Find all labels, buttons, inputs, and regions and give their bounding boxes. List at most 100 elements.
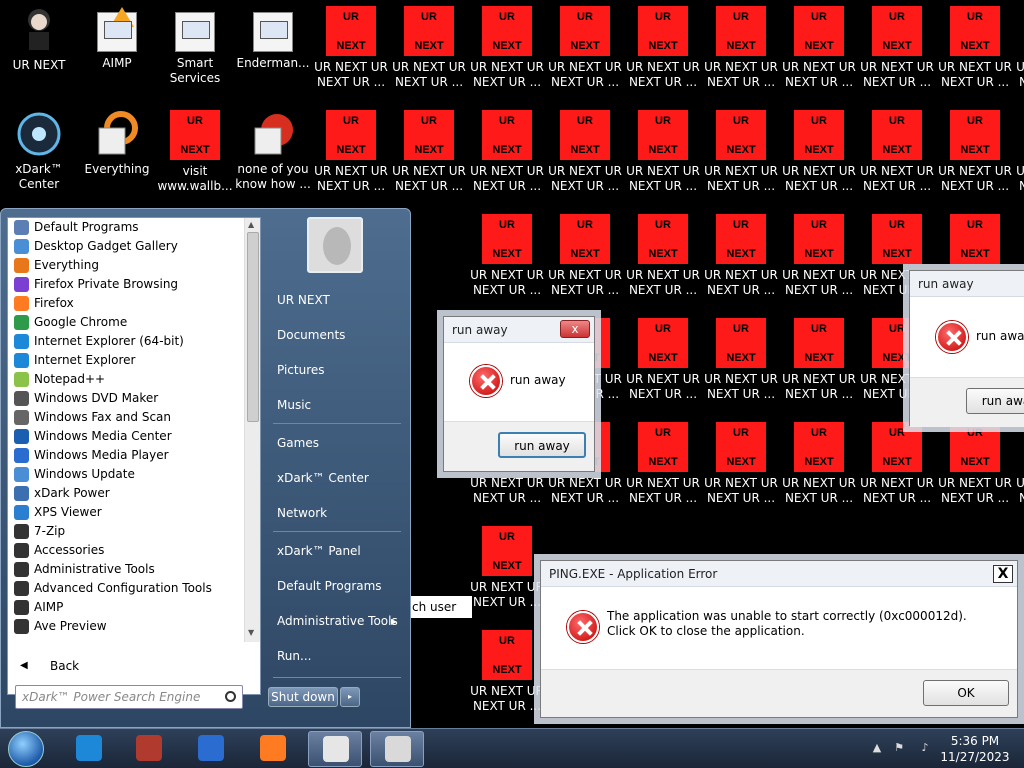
desktop-icon-ur-next[interactable]: URNEXTUR NEXT URNEXT UR ...: [624, 422, 702, 526]
desktop-icon-ur-next[interactable]: URNEXTUR NEXT URNEXT UR ...: [312, 6, 390, 110]
desktop-icon-ur-next[interactable]: URNEXTUR NEXT URNEXT UR ...: [702, 214, 780, 318]
tray-volume-icon[interactable]: ♪: [918, 741, 932, 755]
desktop-icon-ur-next[interactable]: URNEXTUR NEXT URNEXT UR ...: [780, 214, 858, 318]
start-menu-program-item[interactable]: xDark Power: [8, 484, 244, 503]
start-menu-link[interactable]: Default Programs: [269, 571, 407, 601]
start-menu-link[interactable]: UR NEXT: [269, 285, 407, 315]
start-menu-program-item[interactable]: Internet Explorer (64-bit): [8, 332, 244, 351]
desktop-icon-ur-next[interactable]: URNEXTUR NEXT URNEXT UR ...: [468, 110, 546, 214]
desktop-icon-ur-next[interactable]: URNEXTUR NEXT URNEXT UR ...: [390, 6, 468, 110]
desktop-icon-ur-next[interactable]: URNEXTUR NEXT URNEXT UR ...: [624, 214, 702, 318]
ok-button[interactable]: OK: [923, 680, 1009, 706]
desktop-icon-ur-next[interactable]: URNEXTUR NEXT URNEXT UR ...: [312, 110, 390, 214]
start-menu-link[interactable]: Network: [269, 498, 407, 528]
start-menu-program-item[interactable]: Firefox: [8, 294, 244, 313]
start-menu-program-item[interactable]: Notepad++: [8, 370, 244, 389]
desktop-icon-everything[interactable]: Everything: [78, 110, 156, 214]
desktop-icon-ur-next[interactable]: URNEXTUR NEXT URNEXT UR ...: [468, 6, 546, 110]
scroll-thumb[interactable]: [247, 232, 259, 422]
desktop-icon-ur-next[interactable]: URNEXTUR NEXT URNEXT UR ...: [780, 110, 858, 214]
start-menu-program-item[interactable]: Ave Preview: [8, 617, 244, 636]
start-menu-link[interactable]: xDark™ Panel: [269, 536, 407, 566]
desktop-icon-aimp[interactable]: AIMP: [78, 6, 156, 110]
back-button[interactable]: ◀ Back: [8, 654, 244, 678]
start-menu-link[interactable]: Documents: [269, 320, 407, 350]
start-menu-program-item[interactable]: Everything: [8, 256, 244, 275]
tray-flag-icon[interactable]: ⚑: [892, 741, 906, 755]
shut-down-button[interactable]: Shut down: [268, 687, 338, 707]
scroll-up-arrow-icon[interactable]: ▲: [248, 220, 254, 229]
desktop-icon-ur-next[interactable]: URNEXTUR NEXT URNEXT UR ...: [624, 6, 702, 110]
desktop-icon-ur-next[interactable]: URNEXTUR NEXT URNEXT UR ...: [468, 214, 546, 318]
programs-scrollbar[interactable]: ▲ ▼: [244, 218, 260, 642]
close-icon[interactable]: x: [560, 320, 590, 338]
desktop-icon-ur-next[interactable]: URNEXTUR NEXT URNEXT UR ...: [780, 318, 858, 422]
desktop-icon-ur-next[interactable]: URNEXTUR NEXT URNEXT UR ...: [936, 6, 1014, 110]
start-menu-program-item[interactable]: Advanced Configuration Tools: [8, 579, 244, 598]
desktop-icon-ur-next[interactable]: URNEXTUR NEXT URNEXT UR ...: [624, 318, 702, 422]
start-menu-link[interactable]: Music: [269, 390, 407, 420]
start-menu-link[interactable]: Games: [269, 428, 407, 458]
start-menu-program-item[interactable]: Firefox Private Browsing: [8, 275, 244, 294]
start-menu-program-item[interactable]: AIMP: [8, 598, 244, 617]
desktop-icon-ur-next[interactable]: URNEXTUR NEXT URNEXT UR ...: [624, 110, 702, 214]
start-menu-program-item[interactable]: Default Programs: [8, 218, 244, 237]
start-menu-program-item[interactable]: Administrative Tools: [8, 560, 244, 579]
taskbar-button-internet-explorer[interactable]: [62, 731, 116, 767]
start-search-input[interactable]: xDark™ Power Search Engine: [15, 685, 243, 709]
taskbar-button-app-window[interactable]: [308, 731, 362, 767]
start-menu-program-item[interactable]: Internet Explorer: [8, 351, 244, 370]
start-menu-program-item[interactable]: Windows Fax and Scan: [8, 408, 244, 427]
run-away-button[interactable]: run awa: [966, 388, 1024, 414]
desktop-icon-visit-wallb[interactable]: UR NEXT visit www.wallb...: [156, 110, 234, 214]
desktop-icon-ur-next[interactable]: URNEXTUR NEXT URNEXT UR ...: [1014, 6, 1024, 110]
desktop-icon-ur-next[interactable]: URNEXTUR NEXT URNEXT UR ...: [390, 110, 468, 214]
desktop-icon-ur-next[interactable]: URNEXTUR NEXT URNEXT UR ...: [858, 6, 936, 110]
taskbar-clock[interactable]: 5:36 PM 11/27/2023: [940, 733, 1010, 765]
desktop-icon-ur-next[interactable]: URNEXTUR NEXT URNEXT UR ...: [936, 422, 1014, 526]
scroll-down-arrow-icon[interactable]: ▼: [248, 628, 254, 637]
desktop-icon-smart-services[interactable]: Smart Services: [156, 6, 234, 110]
close-icon[interactable]: X: [993, 565, 1013, 583]
desktop-icon-ur-next[interactable]: URNEXTUR NEXT URNEXT UR ...: [780, 422, 858, 526]
start-menu-link[interactable]: xDark™ Center: [269, 463, 407, 493]
taskbar-button-archive[interactable]: [122, 731, 176, 767]
run-away-button[interactable]: run away: [498, 432, 586, 458]
desktop-icon-ur-next[interactable]: URNEXTUR NEXT URNEXT UR ...: [546, 110, 624, 214]
user-avatar[interactable]: [307, 217, 363, 273]
desktop-icon-ur-next[interactable]: URNEXTUR NEXT URNEXT UR ...: [858, 422, 936, 526]
desktop-icon-ur-next[interactable]: URNEXTUR NEXT URNEXT UR ...: [546, 214, 624, 318]
start-menu-program-item[interactable]: Google Chrome: [8, 313, 244, 332]
start-menu-link[interactable]: Administrative Tools ▸: [269, 606, 407, 636]
taskbar-button-firefox[interactable]: [246, 731, 300, 767]
desktop-icon-ur-next[interactable]: URNEXTUR NEXT URNEXT UR ...: [780, 6, 858, 110]
start-menu-link[interactable]: Run...: [269, 641, 407, 671]
desktop-icon-ur-next[interactable]: URNEXTUR NEXT URNEXT UR ...: [546, 6, 624, 110]
search-icon[interactable]: [225, 691, 236, 702]
start-menu-program-item[interactable]: Windows DVD Maker: [8, 389, 244, 408]
taskbar-button-explorer-window[interactable]: [370, 731, 424, 767]
desktop-icon-none-of-you[interactable]: none of you know how ...: [234, 110, 312, 214]
start-menu-program-item[interactable]: Windows Media Player: [8, 446, 244, 465]
desktop-icon-ur-next[interactable]: URNEXTUR NEXT URNEXT UR ...: [1014, 110, 1024, 214]
desktop-icon-xdark-center[interactable]: xDark™ Center: [0, 110, 78, 214]
desktop-icon-ur-next[interactable]: URNEXTUR NEXT URNEXT UR ...: [858, 110, 936, 214]
desktop-icon-ur-next[interactable]: URNEXTUR NEXT URNEXT UR ...: [702, 6, 780, 110]
desktop-icon-ur-next[interactable]: URNEXTUR NEXT URNEXT UR ...: [1014, 422, 1024, 526]
start-menu-program-item[interactable]: Windows Media Center: [8, 427, 244, 446]
start-menu-program-item[interactable]: Windows Update: [8, 465, 244, 484]
desktop-icon-ur-next[interactable]: UR NEXT: [0, 6, 78, 110]
desktop-icon-ur-next[interactable]: URNEXTUR NEXT URNEXT UR ...: [702, 318, 780, 422]
desktop-icon-ur-next[interactable]: URNEXTUR NEXT URNEXT UR ...: [936, 110, 1014, 214]
start-orb-icon[interactable]: [8, 731, 44, 767]
start-menu-program-item[interactable]: 7-Zip: [8, 522, 244, 541]
desktop-icon-ur-next[interactable]: URNEXTUR NEXT URNEXT UR ...: [702, 110, 780, 214]
taskbar-button-music[interactable]: [184, 731, 238, 767]
desktop-icon-ur-next[interactable]: URNEXTUR NEXT URNEXT UR ...: [468, 630, 546, 734]
start-menu-link[interactable]: Pictures: [269, 355, 407, 385]
shutdown-options-arrow-icon[interactable]: ▸: [340, 687, 360, 707]
start-menu-program-item[interactable]: Desktop Gadget Gallery: [8, 237, 244, 256]
start-menu-program-item[interactable]: Accessories: [8, 541, 244, 560]
start-menu-program-item[interactable]: XPS Viewer: [8, 503, 244, 522]
desktop-icon-ur-next[interactable]: URNEXTUR NEXT URNEXT UR ...: [468, 526, 546, 630]
